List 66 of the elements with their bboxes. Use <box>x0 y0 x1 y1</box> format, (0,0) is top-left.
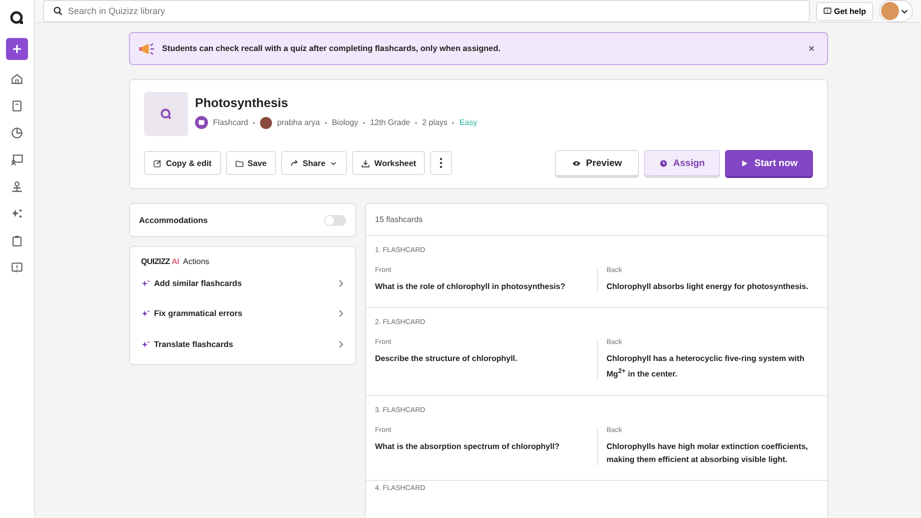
close-icon[interactable] <box>808 45 815 52</box>
front-text: What is the absorption spectrum of chlorophyll? <box>375 440 560 453</box>
start-button[interactable]: Start now <box>725 150 813 176</box>
create-button[interactable] <box>6 38 28 60</box>
sparkle-icon <box>141 278 150 288</box>
chevron-right-icon <box>338 340 344 349</box>
front-text: What is the role of chlorophyll in photosynthesis? <box>375 281 566 293</box>
quiz-type: Flashcard <box>213 118 248 127</box>
more-icon <box>439 157 444 169</box>
plus-icon <box>12 44 22 54</box>
separator-dot <box>363 122 366 124</box>
download-icon <box>361 158 370 168</box>
ai-action-item[interactable]: Add similar flashcards <box>141 268 344 298</box>
presentation-icon[interactable] <box>10 152 24 168</box>
search-icon <box>53 6 63 16</box>
assign-button[interactable]: Assign <box>644 150 720 176</box>
front-text: Describe the structure of chlorophyll. <box>375 353 518 365</box>
ai-action-item[interactable]: Fix grammatical errors <box>141 298 344 329</box>
chevron-right-icon <box>338 278 344 288</box>
separator-dot <box>415 122 418 124</box>
book-icon[interactable] <box>10 98 24 114</box>
help-button[interactable]: Get help <box>816 2 873 20</box>
megaphone-icon <box>138 42 156 56</box>
help-icon <box>822 6 832 16</box>
flashcard-count: 15 flashcards <box>366 204 827 236</box>
logo-icon <box>159 107 173 121</box>
share-icon <box>290 158 299 168</box>
flashcard-icon <box>195 116 208 129</box>
separator-dot <box>324 122 327 124</box>
clock-icon <box>659 158 668 168</box>
chevron-right-icon <box>338 309 344 318</box>
separator-dot <box>253 122 256 124</box>
play-icon <box>740 158 750 168</box>
back-text: Chlorophylls have high molar extinction coefficients, making them efficient at absorbing visible light. <box>606 440 809 466</box>
difficulty-label: Easy <box>459 118 478 127</box>
search-field[interactable]: Search in Quizizz library <box>43 0 810 22</box>
clipboard-icon[interactable] <box>10 233 24 249</box>
author-name[interactable]: prabha arya <box>277 118 320 127</box>
save-button[interactable]: Save <box>226 151 276 175</box>
quiz-title: Photosynthesis <box>195 96 290 110</box>
quiz-meta: 2 plays <box>422 118 448 127</box>
back-text: Chlorophyll absorbs light energy for photosynthesis. <box>606 281 810 293</box>
home-icon[interactable] <box>10 71 24 87</box>
edit-icon <box>153 158 162 168</box>
separator-dot <box>452 122 454 124</box>
pie-chart-icon[interactable] <box>10 125 24 141</box>
more-button[interactable] <box>430 151 452 175</box>
author-avatar <box>260 116 272 128</box>
section-title: Actions <box>183 257 210 266</box>
preview-button[interactable]: Preview <box>555 150 639 176</box>
worksheet-button[interactable]: Worksheet <box>352 151 426 175</box>
sparkle-icon <box>141 340 150 349</box>
accommodations-toggle[interactable] <box>324 214 346 226</box>
quiz-meta: Biology <box>332 118 358 127</box>
brand-logo: QUIZIZZ AI <box>141 257 180 266</box>
logo-icon[interactable] <box>9 10 25 26</box>
share-button[interactable]: Share <box>280 151 348 175</box>
back-text: Chlorophyll has a heterocyclic five-ring system with Mg$^{2+}$ in the center. <box>606 353 806 381</box>
accommodations-label: Accommodations <box>139 216 208 224</box>
eye-icon <box>572 158 582 168</box>
quiz-meta: 12th Grade <box>370 118 410 127</box>
sparkle-icon <box>141 309 150 318</box>
ai-action-item[interactable]: Translate flashcards <box>141 329 344 360</box>
folder-icon <box>234 158 244 168</box>
copy-button[interactable]: Copy & edit <box>144 151 220 175</box>
banner-text: Students can check recall with a quiz after completing flashcards, only when assigned. <box>162 44 502 53</box>
